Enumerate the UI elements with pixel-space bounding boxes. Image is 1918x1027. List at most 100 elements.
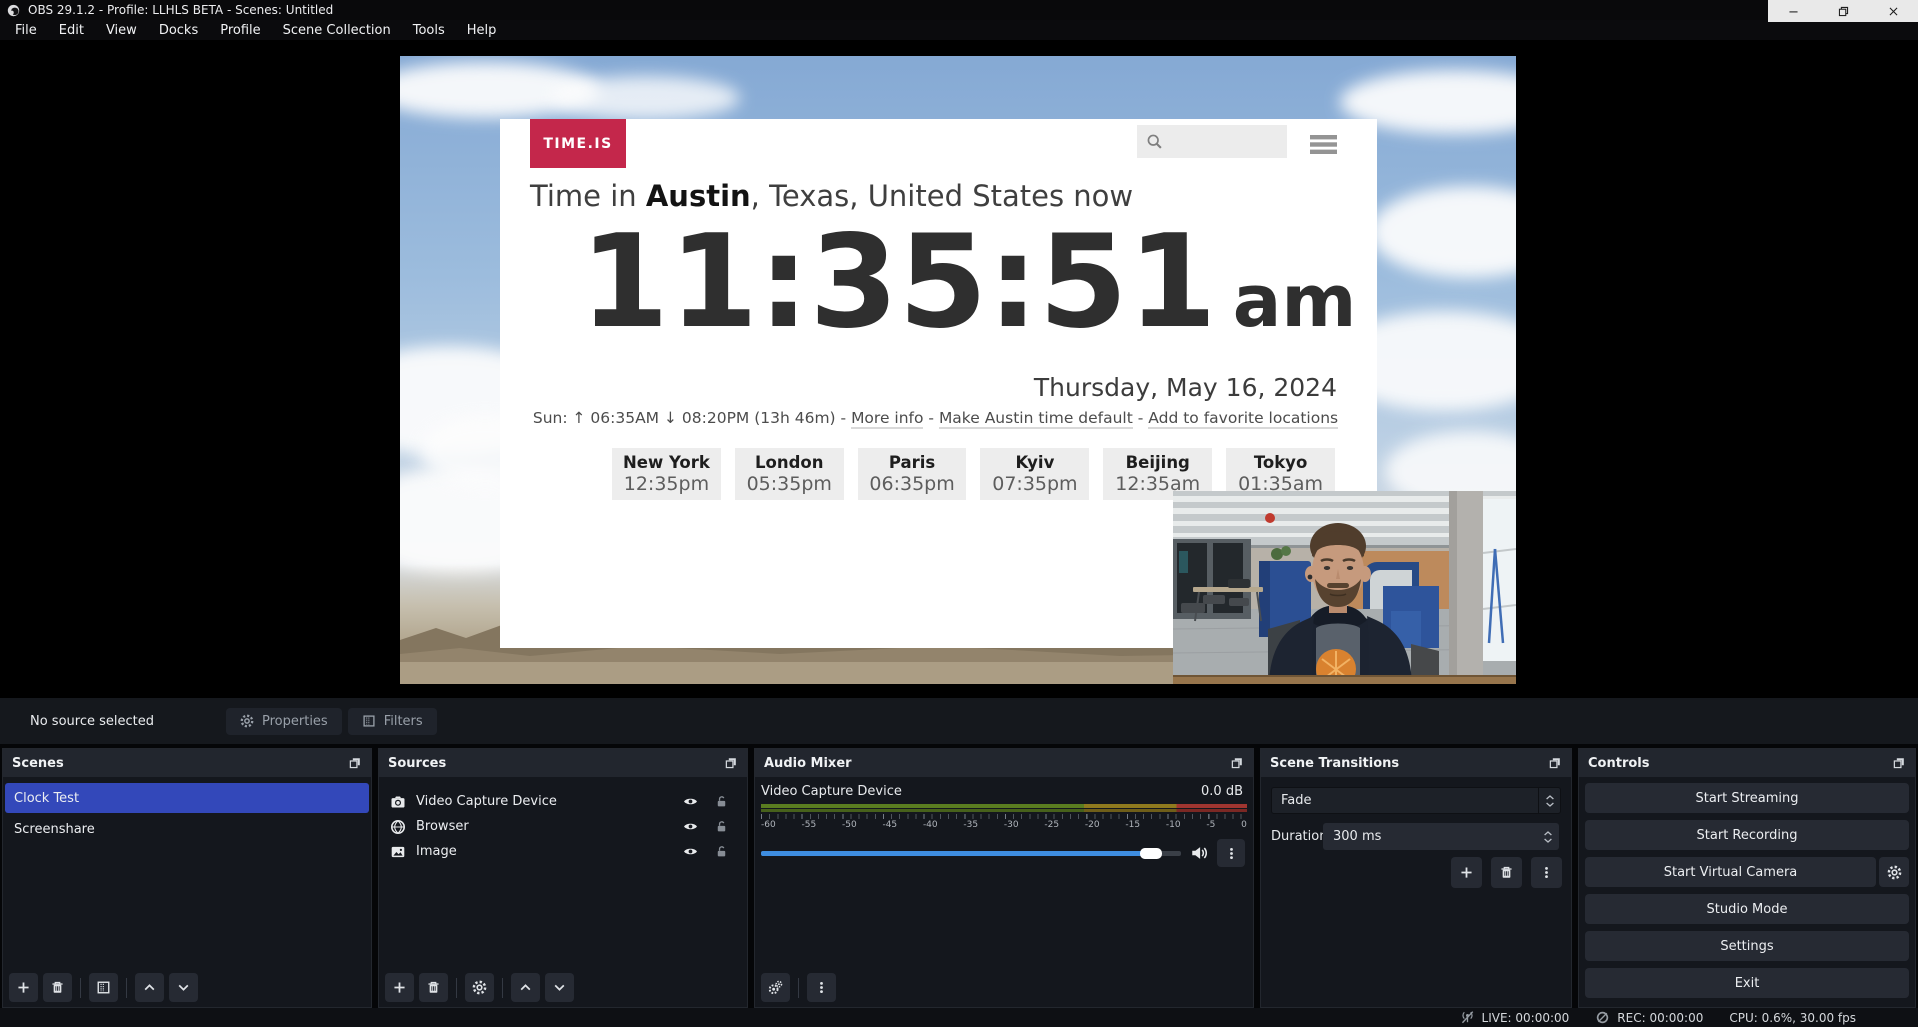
unlock-icon[interactable]: [715, 820, 728, 833]
restore-button[interactable]: [1818, 0, 1868, 22]
city-tile[interactable]: Kyiv07:35pm: [980, 448, 1089, 500]
popout-icon: [1230, 756, 1244, 770]
divider: [502, 978, 503, 998]
add-source-button[interactable]: [385, 973, 414, 1002]
timeis-search-box[interactable]: [1137, 125, 1287, 158]
studio-mode-button[interactable]: Studio Mode: [1585, 894, 1909, 924]
menu-file[interactable]: File: [4, 23, 48, 38]
plus-icon: [1459, 865, 1474, 880]
spinner-chevrons[interactable]: [1537, 830, 1559, 844]
window-title: OBS 29.1.2 - Profile: LLHLS BETA - Scene…: [28, 3, 333, 17]
trash-icon: [50, 980, 65, 995]
mixer-channel-level: 0.0 dB: [1201, 784, 1243, 799]
timeis-clock: 11:35:51 am: [580, 219, 1356, 347]
filters-button[interactable]: Filters: [348, 708, 437, 735]
scene-up-button[interactable]: [135, 973, 164, 1002]
menu-docks[interactable]: Docks: [148, 23, 209, 38]
gears-icon: [768, 980, 783, 995]
search-input[interactable]: [1169, 134, 1279, 150]
duration-spinner[interactable]: 300 ms: [1323, 823, 1559, 850]
cloud: [1370, 186, 1516, 278]
more-info-link[interactable]: More info: [851, 409, 923, 429]
menu-tools[interactable]: Tools: [402, 23, 456, 38]
remove-transition-button[interactable]: [1491, 857, 1522, 888]
scene-item-screenshare[interactable]: Screenshare: [5, 814, 369, 844]
menu-profile[interactable]: Profile: [209, 23, 271, 38]
scenes-panel: Scenes Clock Test Screenshare: [2, 748, 372, 1008]
unlock-icon[interactable]: [715, 845, 728, 858]
mixer-channel-name: Video Capture Device: [761, 784, 902, 799]
minimize-button[interactable]: [1768, 0, 1818, 22]
globe-icon: [390, 819, 406, 835]
make-default-link[interactable]: Make Austin time default: [939, 409, 1133, 429]
settings-button[interactable]: Settings: [1585, 931, 1909, 961]
volume-slider[interactable]: [761, 851, 1181, 856]
select-chevrons[interactable]: [1538, 788, 1560, 813]
meter-bar: [761, 809, 1247, 812]
duration-value: 300 ms: [1323, 829, 1537, 844]
scenes-toolbar: [9, 973, 198, 1002]
dots-vertical-icon: [1539, 865, 1554, 880]
scene-filters-button[interactable]: [89, 973, 118, 1002]
scene-item-clock-test[interactable]: Clock Test: [5, 783, 369, 813]
meter-tick-labels: -60-55-50-45-40-35-30-25-20-15-10-50: [761, 820, 1247, 830]
sources-header[interactable]: Sources: [379, 749, 747, 777]
menu-scene-collection[interactable]: Scene Collection: [272, 23, 402, 38]
webcam-overlay[interactable]: [1173, 491, 1516, 684]
city-tile[interactable]: London05:35pm: [735, 448, 844, 500]
add-transition-button[interactable]: [1451, 857, 1482, 888]
speaker-icon[interactable]: [1190, 844, 1208, 862]
source-down-button[interactable]: [545, 973, 574, 1002]
add-favorite-link[interactable]: Add to favorite locations: [1148, 409, 1338, 429]
divider: [126, 978, 127, 998]
advanced-audio-button[interactable]: [761, 973, 790, 1002]
preview-canvas[interactable]: TIME.IS Time in Austin, Texas, United St…: [400, 56, 1516, 684]
transition-select[interactable]: Fade: [1271, 787, 1561, 814]
source-row-image[interactable]: Image: [379, 839, 747, 864]
properties-button[interactable]: Properties: [226, 708, 342, 735]
menu-help[interactable]: Help: [456, 23, 508, 38]
popout-icon: [724, 756, 738, 770]
source-up-button[interactable]: [511, 973, 540, 1002]
mixer-channel-menu-button[interactable]: [1217, 839, 1245, 867]
title-bar[interactable]: OBS 29.1.2 - Profile: LLHLS BETA - Scene…: [0, 0, 1918, 20]
exit-button[interactable]: Exit: [1585, 968, 1909, 998]
close-button[interactable]: [1868, 0, 1918, 22]
menu-edit[interactable]: Edit: [48, 23, 95, 38]
source-row-video-capture[interactable]: Video Capture Device: [379, 789, 747, 814]
source-row-browser[interactable]: Browser: [379, 814, 747, 839]
start-streaming-button[interactable]: Start Streaming: [1585, 783, 1909, 813]
source-properties-button[interactable]: [465, 973, 494, 1002]
cpu-fps-stats: CPU: 0.6%, 30.00 fps: [1729, 1011, 1856, 1025]
remove-source-button[interactable]: [419, 973, 448, 1002]
start-virtual-camera-button[interactable]: Start Virtual Camera: [1585, 857, 1876, 887]
controls-header[interactable]: Controls: [1579, 749, 1915, 777]
chevron-updown-icon: [1542, 830, 1554, 844]
scene-down-button[interactable]: [169, 973, 198, 1002]
hamburger-menu-icon[interactable]: [1310, 135, 1337, 154]
scenes-header[interactable]: Scenes: [3, 749, 371, 777]
eye-icon[interactable]: [683, 819, 698, 834]
city-tile[interactable]: Paris06:35pm: [858, 448, 967, 500]
remove-scene-button[interactable]: [43, 973, 72, 1002]
start-recording-button[interactable]: Start Recording: [1585, 820, 1909, 850]
transitions-header[interactable]: Scene Transitions: [1261, 749, 1571, 777]
eye-icon[interactable]: [683, 844, 698, 859]
add-scene-button[interactable]: [9, 973, 38, 1002]
unlock-icon[interactable]: [715, 795, 728, 808]
webcam-video: [1173, 491, 1516, 684]
sources-panel: Sources Video Capture Device Browser Ima…: [378, 748, 748, 1008]
eye-icon[interactable]: [683, 794, 698, 809]
mixer-menu-button[interactable]: [807, 973, 836, 1002]
city-tile[interactable]: New York12:35pm: [612, 448, 721, 500]
menu-view[interactable]: View: [95, 23, 148, 38]
transition-menu-button[interactable]: [1531, 857, 1562, 888]
menu-bar: File Edit View Docks Profile Scene Colle…: [0, 20, 1918, 40]
virtual-camera-config-button[interactable]: [1879, 857, 1909, 887]
minimize-icon: [1787, 5, 1800, 18]
timeis-logo[interactable]: TIME.IS: [530, 119, 626, 168]
volume-slider-row: [761, 839, 1245, 867]
duration-label: Duration: [1271, 829, 1327, 844]
audio-mixer-header[interactable]: Audio Mixer: [755, 749, 1253, 777]
volume-slider-handle[interactable]: [1140, 848, 1162, 859]
